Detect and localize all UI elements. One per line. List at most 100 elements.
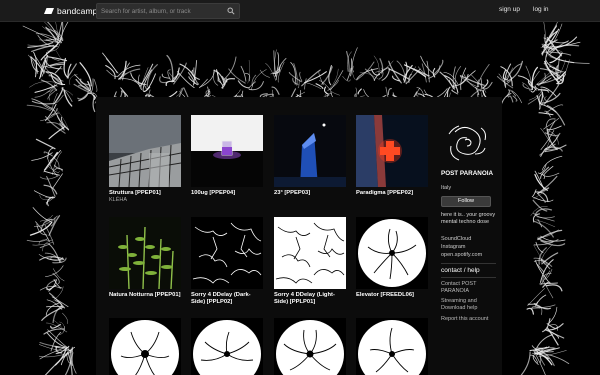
background-thorn [259,69,270,78]
release-art-100ug[interactable] [191,115,263,187]
release-art-struttura[interactable] [109,115,181,187]
background-thorn [328,64,332,86]
bandcamp-logo[interactable]: bandcamp [44,5,98,17]
search-input[interactable] [97,4,225,18]
link-instagram[interactable]: Instagram [441,244,465,250]
band-name[interactable]: POST PARANOIA [441,170,501,178]
background-thorn [304,82,322,90]
link-spotify[interactable]: open.spotify.com [441,252,482,258]
background-thorn [500,66,513,87]
background-thorn [507,95,514,103]
background-thorn [451,89,459,95]
background-thorn [517,75,532,84]
contact-help-heading: contact / help [441,267,480,274]
background-thorn [534,334,554,352]
release-title[interactable]: Natura Notturna [PPEP01] [109,292,181,299]
follow-button[interactable]: Follow [441,196,491,207]
release-art-elevator[interactable] [356,217,428,289]
release-title[interactable]: 23° [PPEP03] [274,190,346,197]
release-tile[interactable]: Natura Notturna [PPEP01] [109,217,181,299]
release-art-sorry-light[interactable] [274,217,346,289]
background-thorn [48,292,66,309]
background-thorn [62,312,68,324]
release-art-row3-4[interactable] [356,318,428,375]
login-link[interactable]: log in [533,6,549,13]
background-thorn [547,120,556,134]
background-thorn [39,175,59,180]
search-icon[interactable] [227,7,235,15]
release-tile[interactable]: 100ug [PPEP04] [191,115,263,197]
background-thorn [356,61,375,81]
background-thorn [531,66,539,91]
background-thorn [59,321,66,332]
background-thorn [543,84,560,105]
background-thorn [538,112,554,116]
release-title[interactable]: Paradigma [PPEP02] [356,190,428,197]
streaming-help-link[interactable]: Streaming and Download help [441,298,499,312]
bandcamp-logo-icon [44,8,54,14]
background-thorn [454,65,462,86]
release-art-natura-notturna[interactable] [109,217,181,289]
background-thorn [357,88,362,95]
background-thorn [35,138,56,150]
background-thorn [102,52,118,74]
release-art-paradigma[interactable] [356,115,428,187]
background-thorn [52,273,60,284]
background-thorn [535,294,547,307]
release-title[interactable]: Sorry 4 DDelay (Light-Side) [PPLP01] [274,292,346,306]
release-tile[interactable] [274,318,346,375]
background-thorn [45,265,64,278]
background-thorn [537,88,550,93]
band-logo[interactable] [445,120,491,164]
background-thorn [512,95,518,102]
release-title[interactable]: Sorry 4 DDelay (Dark-Side) [PPLP02] [191,292,263,306]
background-thorn [31,100,55,105]
release-tile[interactable]: Sorry 4 DDelay (Dark-Side) [PPLP02] [191,217,263,306]
release-tile[interactable]: Paradigma [PPEP02] [356,115,428,197]
background-thorn [47,284,57,291]
background-thorn [439,71,455,90]
background-thorn [299,71,303,82]
background-thorn [48,126,65,140]
background-thorn [539,282,558,285]
background-thorn [533,212,555,219]
release-tile[interactable]: 23° [PPEP03] [274,115,346,197]
release-title[interactable]: Elevator [FREEDL06] [356,292,428,299]
background-thorn [47,329,67,348]
background-thorn [436,88,448,98]
release-tile[interactable]: Elevator [FREEDL06] [356,217,428,299]
release-tile[interactable]: Sorry 4 DDelay (Light-Side) [PPLP01] [274,217,346,306]
background-thorn [352,65,356,81]
background-thorn [121,78,141,88]
link-soundcloud[interactable]: SoundCloud [441,236,471,242]
release-title[interactable]: Struttura [PPEP01] [109,190,181,197]
background-thorn [342,76,351,82]
background-thorn [526,307,535,315]
background-thorn [416,87,421,97]
contact-link[interactable]: Contact POST PARANOIA [441,281,499,295]
report-account-link[interactable]: Report this account [441,316,499,323]
release-art-row3-1[interactable] [109,318,181,375]
background-thorn [166,54,174,80]
search-box [96,3,240,19]
signup-link[interactable]: sign up [499,6,520,13]
release-tile[interactable] [191,318,263,375]
background-thorn [301,69,321,87]
sidebar-divider [441,263,496,264]
release-art-sorry-dark[interactable] [191,217,263,289]
release-art-row3-3[interactable] [274,318,346,375]
release-art-23[interactable] [274,115,346,187]
release-artist[interactable]: KLÉHA [109,197,181,204]
release-art-row3-2[interactable] [191,318,263,375]
release-title[interactable]: 100ug [PPEP04] [191,190,263,197]
band-bio: here it is.. your groovy mental techno d… [441,212,496,226]
release-tile[interactable]: Struttura [PPEP01] KLÉHA [109,115,181,204]
background-thorn [168,72,175,79]
release-tile[interactable] [356,318,428,375]
background-thorn [500,92,512,108]
release-tile[interactable] [109,318,181,375]
background-thorn [117,64,141,78]
background-thorn [537,193,546,204]
background-thorn [63,57,68,78]
background-thorn [139,63,154,87]
